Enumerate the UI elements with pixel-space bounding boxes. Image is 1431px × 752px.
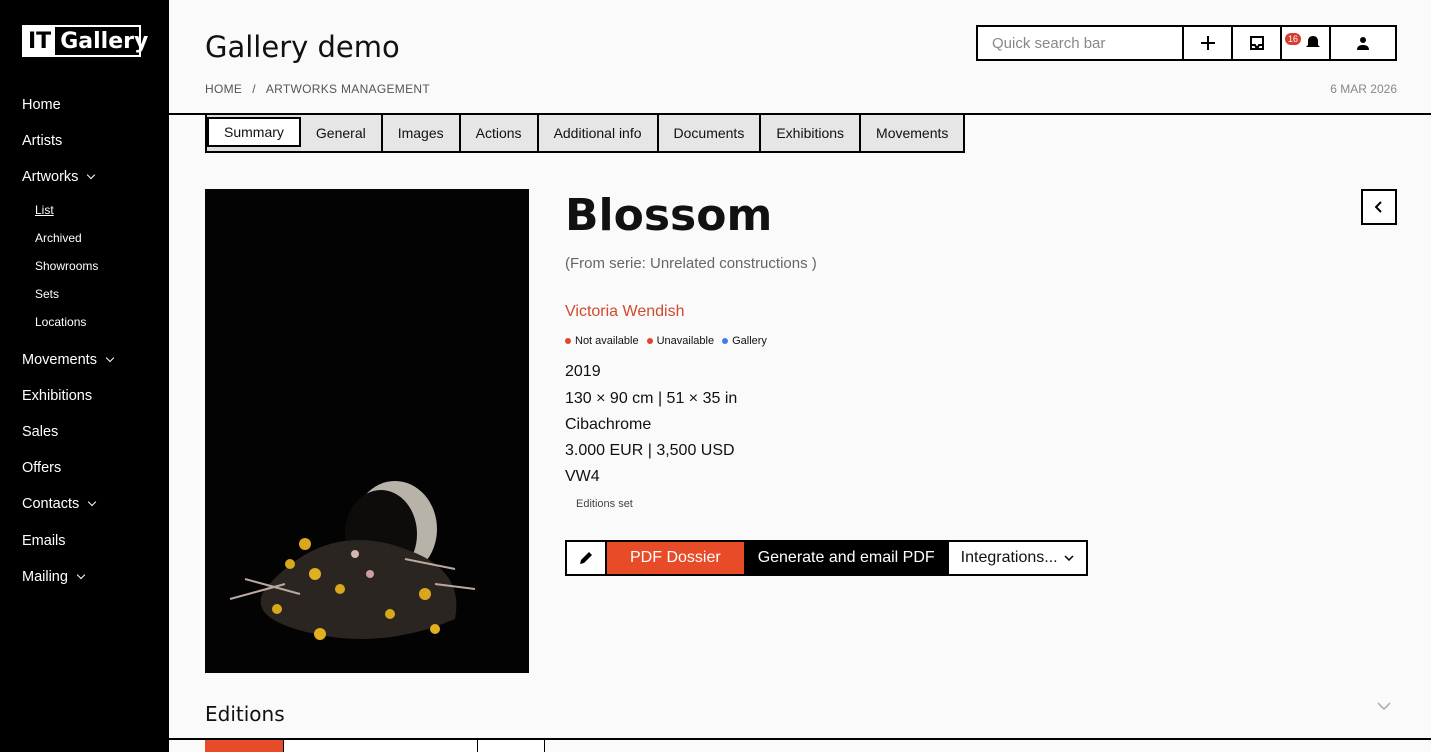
sidebar-item-artists[interactable]: Artists xyxy=(22,133,62,149)
artwork-image[interactable] xyxy=(205,189,529,673)
breadcrumb: HOME / ARTWORKS MANAGEMENT xyxy=(205,82,430,96)
sidebar-item-artworks[interactable]: Artworks xyxy=(22,169,96,185)
status-tag: Unavailable xyxy=(646,335,715,347)
edit-button[interactable] xyxy=(567,542,607,574)
artist-link[interactable]: Victoria Wendish xyxy=(565,303,684,321)
breadcrumb-separator: / xyxy=(252,82,256,96)
artwork-dimensions: 130 × 90 cm | 51 × 35 in xyxy=(565,390,738,407)
top-toolbar: Quick search bar 16 xyxy=(976,25,1397,61)
artwork-year: 2019 xyxy=(565,363,601,380)
logo[interactable]: IT Gallery xyxy=(22,25,148,57)
artwork-title: Blossom xyxy=(565,190,773,241)
tab-summary[interactable]: Summary xyxy=(207,117,301,147)
sidebar-item-sales[interactable]: Sales xyxy=(22,424,58,440)
main-content: Gallery demo HOME / ARTWORKS MANAGEMENT … xyxy=(169,0,1431,752)
bell-icon xyxy=(1305,36,1320,49)
editions-table-cell xyxy=(478,740,545,752)
chevron-down-icon xyxy=(87,170,96,180)
chevron-down-icon xyxy=(87,497,97,507)
sidebar-item-label: Artworks xyxy=(22,169,79,185)
notifications-button[interactable]: 16 xyxy=(1282,27,1331,59)
sidebar-item-label: Mailing xyxy=(22,569,68,585)
sidebar-subitem-archived[interactable]: Archived xyxy=(35,231,82,245)
sidebar-item-movements[interactable]: Movements xyxy=(22,352,115,368)
chevron-down-icon xyxy=(105,353,115,363)
sidebar-item-label: Artists xyxy=(22,133,63,149)
tab-movements[interactable]: Movements xyxy=(861,115,964,151)
artwork-illustration xyxy=(205,189,529,673)
add-button[interactable] xyxy=(1184,27,1233,59)
status-tag-label: Unavailable xyxy=(656,335,715,347)
sidebar-item-label: Contacts xyxy=(22,496,80,512)
integrations-dropdown[interactable]: Integrations... xyxy=(948,542,1086,574)
status-dot-icon xyxy=(646,338,653,344)
editions-table-header xyxy=(205,740,545,752)
sidebar-subitem-list[interactable]: List xyxy=(35,203,54,217)
status-dot-icon xyxy=(722,338,729,344)
status-tag: Not available xyxy=(565,335,639,347)
breadcrumb-home[interactable]: HOME xyxy=(205,82,242,96)
chevron-down-icon xyxy=(1064,555,1074,561)
sidebar-item-label: Emails xyxy=(22,533,66,549)
status-tag-label: Gallery xyxy=(732,335,767,347)
sidebar-item-label: Sales xyxy=(22,424,59,440)
sidebar-item-label: Movements xyxy=(22,352,97,368)
chevron-down-icon[interactable] xyxy=(1377,702,1391,710)
inbox-icon xyxy=(1249,36,1264,50)
status-tag-label: Not available xyxy=(575,335,639,347)
chevron-left-icon xyxy=(1375,201,1382,213)
sidebar-item-mailing[interactable]: Mailing xyxy=(22,569,86,585)
tab-images[interactable]: Images xyxy=(382,115,461,151)
pdf-dossier-button[interactable]: PDF Dossier xyxy=(607,542,744,574)
editions-table-cell xyxy=(284,740,478,752)
artwork-serie: (From serie: Unrelated constructions ) xyxy=(565,255,817,272)
logo-gallery: Gallery xyxy=(60,28,149,54)
user-icon xyxy=(1357,37,1369,50)
tab-documents[interactable]: Documents xyxy=(658,115,762,151)
status-tags: Not available Unavailable Gallery xyxy=(565,335,767,347)
artwork-technique: Cibachrome xyxy=(565,416,652,433)
editions-table-cell xyxy=(205,740,284,752)
page-title: Gallery demo xyxy=(205,30,400,64)
plus-icon xyxy=(1200,36,1215,50)
editions-set-label: Editions set xyxy=(576,498,633,510)
inbox-button[interactable] xyxy=(1233,27,1282,59)
sidebar-item-offers[interactable]: Offers xyxy=(22,460,61,476)
back-button[interactable] xyxy=(1361,189,1397,225)
user-button[interactable] xyxy=(1331,27,1395,59)
sidebar-item-exhibitions[interactable]: Exhibitions xyxy=(22,388,92,404)
tab-general[interactable]: General xyxy=(300,115,383,151)
notification-badge: 16 xyxy=(1285,33,1302,45)
sidebar: IT Gallery Home Artists Artworks List Ar… xyxy=(0,0,169,752)
search-input[interactable]: Quick search bar xyxy=(978,27,1184,59)
sidebar-item-home[interactable]: Home xyxy=(22,97,61,113)
tab-additional-info[interactable]: Additional info xyxy=(538,115,659,151)
tab-exhibitions[interactable]: Exhibitions xyxy=(761,115,862,151)
current-date: 6 MAR 2026 xyxy=(1330,82,1397,96)
sidebar-subitem-sets[interactable]: Sets xyxy=(35,287,59,301)
editions-heading: Editions xyxy=(205,702,285,726)
sidebar-item-label: Home xyxy=(22,97,61,113)
tab-bar: Summary General Images Actions Additiona… xyxy=(205,115,966,153)
artwork-actions: PDF Dossier Generate and email PDF Integ… xyxy=(565,540,1088,576)
sidebar-item-label: Exhibitions xyxy=(22,388,93,404)
logo-it: IT xyxy=(24,27,56,55)
sidebar-item-contacts[interactable]: Contacts xyxy=(22,496,97,512)
tab-actions[interactable]: Actions xyxy=(460,115,539,151)
artwork-price: 3.000 EUR | 3,500 USD xyxy=(565,442,735,459)
artwork-reference: VW4 xyxy=(565,468,600,485)
breadcrumb-artworks-management[interactable]: ARTWORKS MANAGEMENT xyxy=(266,82,430,96)
status-dot-icon xyxy=(565,338,571,344)
pencil-icon xyxy=(580,552,592,564)
sidebar-item-emails[interactable]: Emails xyxy=(22,533,66,549)
sidebar-subitem-locations[interactable]: Locations xyxy=(35,315,86,329)
sidebar-subitem-showrooms[interactable]: Showrooms xyxy=(35,259,98,273)
generate-email-pdf-button[interactable]: Generate and email PDF xyxy=(743,542,949,574)
chevron-down-icon xyxy=(76,570,86,580)
integrations-label: Integrations... xyxy=(960,549,1058,566)
sidebar-item-label: Offers xyxy=(22,460,62,476)
status-tag: Gallery xyxy=(722,335,767,347)
